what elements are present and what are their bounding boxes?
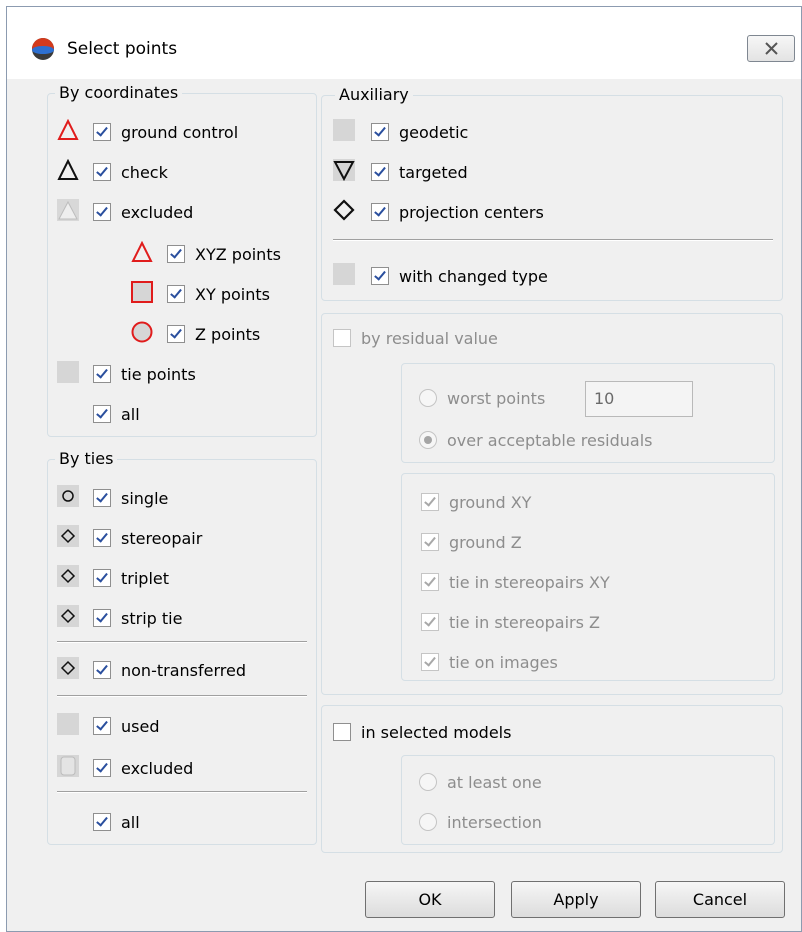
separator [57, 791, 307, 793]
ties-item-all[interactable]: all [93, 809, 140, 835]
by-coordinates-title: By coordinates [55, 83, 183, 102]
app-icon [32, 38, 54, 60]
diamond-icon [333, 199, 355, 221]
checkbox[interactable] [371, 163, 389, 181]
coord-item-tie-points[interactable]: tie points [93, 361, 196, 387]
select-points-dialog: Select points By coordinates ground cont… [6, 6, 802, 932]
red-triangle-icon [131, 241, 153, 262]
separator [57, 641, 307, 643]
radio[interactable] [419, 389, 437, 407]
red-square-icon [131, 281, 153, 303]
close-button[interactable] [747, 35, 795, 62]
window-title: Select points [67, 39, 178, 59]
worst-points-radio[interactable]: worst points [419, 385, 545, 411]
gray-triangle-icon [57, 199, 79, 221]
ties-item-excluded[interactable]: excluded [93, 755, 193, 781]
ok-button[interactable]: OK [365, 881, 495, 918]
checkbox[interactable] [167, 285, 185, 303]
cancel-button[interactable]: Cancel [655, 881, 785, 918]
checkbox[interactable] [421, 613, 439, 631]
auxiliary-title: Auxiliary [335, 85, 413, 104]
coord-item-check[interactable]: check [93, 159, 168, 185]
radio[interactable] [419, 773, 437, 791]
checkbox[interactable] [371, 123, 389, 141]
circle-icon [57, 485, 79, 507]
coord-item-excluded[interactable]: excluded [93, 199, 193, 225]
black-triangle-icon [57, 159, 79, 180]
checkbox[interactable] [93, 609, 111, 627]
checkbox[interactable] [93, 365, 111, 383]
aux-item-projection-centers[interactable]: projection centers [371, 199, 544, 225]
at-least-one-radio[interactable]: at least one [419, 769, 542, 795]
checkbox[interactable] [93, 203, 111, 221]
over-acceptable-residuals-radio[interactable]: over acceptable residuals [419, 427, 653, 453]
gray-square-icon [57, 713, 79, 735]
checkbox[interactable] [421, 493, 439, 511]
radio[interactable] [419, 813, 437, 831]
residual-type-ground-xy[interactable]: ground XY [421, 489, 531, 515]
checkbox[interactable] [421, 533, 439, 551]
title-bar: Select points [7, 7, 801, 79]
ties-item-triplet[interactable]: triplet [93, 565, 169, 591]
checkbox[interactable] [93, 813, 111, 831]
gray-square-icon [333, 119, 355, 141]
gray-square-icon [333, 263, 355, 285]
by-ties-group [47, 459, 317, 845]
checkbox[interactable] [93, 717, 111, 735]
ties-item-single[interactable]: single [93, 485, 168, 511]
residual-type-ground-z[interactable]: ground Z [421, 529, 522, 555]
diamond-icon [57, 657, 79, 679]
checkbox[interactable] [371, 267, 389, 285]
residual-type-tie-stereopairs-xy[interactable]: tie in stereopairs XY [421, 569, 610, 595]
apply-button[interactable]: Apply [511, 881, 641, 918]
diamond-icon [57, 605, 79, 627]
by-residual-value-checkbox[interactable]: by residual value [333, 325, 498, 351]
aux-item-targeted[interactable]: targeted [371, 159, 468, 185]
checkbox[interactable] [93, 529, 111, 547]
checkbox[interactable] [93, 123, 111, 141]
residual-type-tie-on-images[interactable]: tie on images [421, 649, 558, 675]
checkbox[interactable] [93, 405, 111, 423]
in-selected-models-checkbox[interactable]: in selected models [333, 719, 511, 745]
close-icon [765, 42, 778, 55]
checkbox[interactable] [167, 245, 185, 263]
checkbox[interactable] [333, 723, 351, 741]
diamond-icon [57, 565, 79, 587]
intersection-radio[interactable]: intersection [419, 809, 542, 835]
checkbox[interactable] [167, 325, 185, 343]
diamond-icon [57, 525, 79, 547]
red-circle-icon [131, 321, 153, 343]
checkbox[interactable] [93, 569, 111, 587]
separator [333, 239, 773, 241]
radio[interactable] [419, 431, 437, 449]
residual-type-tie-stereopairs-z[interactable]: tie in stereopairs Z [421, 609, 600, 635]
checkbox[interactable] [333, 329, 351, 347]
coord-item-ground-control[interactable]: ground control [93, 119, 238, 145]
coord-item-xy-points[interactable]: XY points [167, 281, 270, 307]
checkbox[interactable] [93, 661, 111, 679]
worst-points-input[interactable]: 10 [585, 381, 693, 417]
checkbox[interactable] [371, 203, 389, 221]
checkbox[interactable] [421, 653, 439, 671]
coord-item-xyz-points[interactable]: XYZ points [167, 241, 281, 267]
by-ties-title: By ties [55, 449, 118, 468]
separator [57, 695, 307, 697]
checkbox[interactable] [421, 573, 439, 591]
inverted-triangle-icon [333, 159, 355, 181]
ties-item-stereopair[interactable]: stereopair [93, 525, 202, 551]
ties-item-used[interactable]: used [93, 713, 159, 739]
checkbox[interactable] [93, 759, 111, 777]
ties-item-non-transferred[interactable]: non-transferred [93, 657, 246, 683]
gray-square-icon [57, 361, 79, 383]
ties-item-strip-tie[interactable]: strip tie [93, 605, 182, 631]
coord-item-all[interactable]: all [93, 401, 140, 427]
aux-item-geodetic[interactable]: geodetic [371, 119, 468, 145]
aux-item-with-changed-type[interactable]: with changed type [371, 263, 548, 289]
checkbox[interactable] [93, 163, 111, 181]
gray-rounded-square-icon [57, 755, 79, 777]
checkbox[interactable] [93, 489, 111, 507]
red-triangle-icon [57, 119, 79, 140]
coord-item-z-points[interactable]: Z points [167, 321, 260, 347]
